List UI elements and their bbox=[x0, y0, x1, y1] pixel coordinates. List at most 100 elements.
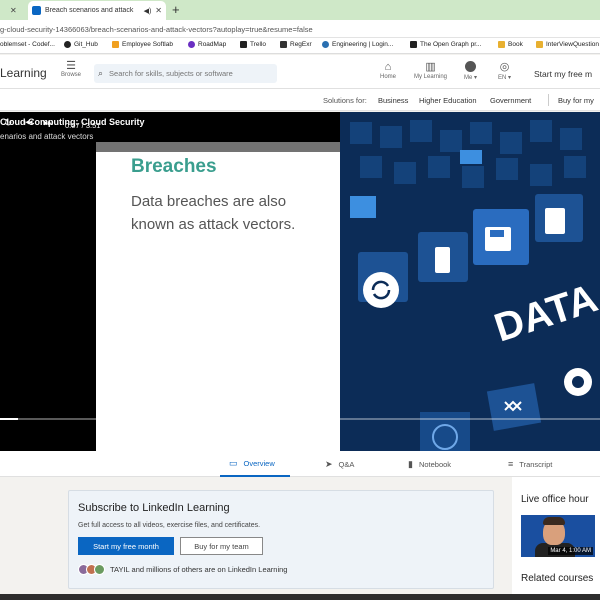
globe-icon: ◎ bbox=[499, 61, 510, 73]
chapter-title: enarios and attack vectors bbox=[0, 132, 94, 141]
solutions-label: Solutions for: bbox=[323, 96, 367, 105]
learning-logo[interactable]: Learning bbox=[0, 66, 47, 80]
solutions-government-link[interactable]: Government bbox=[490, 96, 531, 105]
session-date: Mar 4, 1:00 AM bbox=[548, 547, 593, 555]
bookmark-item[interactable]: Trello bbox=[240, 41, 266, 48]
progress-fill bbox=[0, 418, 18, 420]
browse-menu[interactable]: ☰ Browse bbox=[58, 60, 84, 78]
bookmark-label: Engineering | Login... bbox=[332, 41, 394, 48]
solutions-higher-ed-link[interactable]: Higher Education bbox=[419, 96, 477, 105]
bookmark-item[interactable]: InterViewQuestion bbox=[536, 41, 599, 48]
subscribe-card: Subscribe to LinkedIn Learning Get full … bbox=[68, 490, 494, 589]
buy-for-team-link[interactable]: Buy for my bbox=[558, 96, 594, 105]
replay-icon[interactable]: ↻ bbox=[4, 118, 12, 129]
tab-title: Breach scenarios and attack bbox=[45, 7, 134, 14]
related-courses-heading: Related courses bbox=[521, 573, 594, 584]
home-icon: ⌂ bbox=[384, 61, 392, 73]
bookmark-item[interactable]: RoadMap bbox=[188, 41, 226, 48]
thumbnail-hair bbox=[543, 517, 565, 525]
tab-overview[interactable]: ▭ Overview bbox=[220, 451, 290, 477]
address-bar[interactable]: g-cloud-security-14366063/breach-scenari… bbox=[0, 20, 600, 38]
speaker-icon[interactable]: ◀) bbox=[144, 7, 152, 15]
tab-qa[interactable]: ➤ Q&A bbox=[325, 451, 354, 477]
notebook-icon: ▮ bbox=[408, 458, 413, 469]
progress-bar[interactable] bbox=[0, 418, 600, 420]
bookmark-item[interactable]: The Open Graph pr... bbox=[410, 41, 481, 48]
bookmark-label: InterViewQuestion bbox=[546, 41, 599, 48]
search-input[interactable] bbox=[109, 69, 260, 78]
engineering-icon bbox=[322, 41, 329, 48]
live-office-hours-heading: Live office hour bbox=[521, 494, 589, 505]
tab-transcript[interactable]: ≡ Transcript bbox=[508, 451, 552, 477]
nav-language[interactable]: ◎ EN ▾ bbox=[498, 61, 511, 81]
book-icon: ▥ bbox=[425, 61, 436, 73]
bookmark-item[interactable]: Employee Softlab bbox=[112, 41, 173, 48]
github-icon bbox=[64, 41, 71, 48]
folder-icon bbox=[536, 41, 543, 48]
close-tab-icon[interactable]: ✕ bbox=[10, 6, 17, 15]
bookmark-label: RegExr bbox=[290, 41, 312, 48]
data-breach-illustration: DATA BR bbox=[340, 112, 600, 451]
tab-notebook[interactable]: ▮ Notebook bbox=[408, 451, 451, 477]
bookmark-item[interactable]: Git_Hub bbox=[64, 41, 98, 48]
url-text[interactable]: g-cloud-security-14366063/breach-scenari… bbox=[0, 25, 313, 34]
divider bbox=[548, 94, 549, 106]
browser-tab-strip: ✕ Breach scenarios and attack ◀) ✕ + bbox=[0, 0, 600, 20]
trello-icon bbox=[240, 41, 247, 48]
bookmark-item[interactable]: oblemset - Codef... bbox=[0, 41, 55, 48]
buy-for-team-button[interactable]: Buy for my team bbox=[180, 537, 263, 555]
folder-icon bbox=[498, 41, 505, 48]
nav-home-label: Home bbox=[380, 74, 397, 80]
nav-my-learning-label: My Learning bbox=[414, 74, 448, 80]
browser-tab-inactive[interactable]: ✕ bbox=[0, 1, 24, 20]
bookmark-label: Employee Softlab bbox=[122, 41, 173, 48]
avatar bbox=[465, 61, 477, 72]
opengraph-icon bbox=[410, 41, 417, 48]
subscribe-title: Subscribe to LinkedIn Learning bbox=[78, 502, 230, 514]
right-sidebar: Live office hour Mar 4, 1:00 AM Related … bbox=[512, 477, 600, 600]
menu-icon: ☰ bbox=[66, 60, 76, 72]
nav-home[interactable]: ⌂ Home bbox=[380, 61, 396, 80]
tab-transcript-label: Transcript bbox=[519, 459, 553, 469]
solutions-business-link[interactable]: Business bbox=[378, 96, 408, 105]
bookmark-label: oblemset - Codef... bbox=[0, 41, 55, 48]
nav-me[interactable]: Me ▾ bbox=[464, 61, 477, 81]
overview-icon: ▭ bbox=[229, 457, 238, 468]
nav-me-label: Me bbox=[464, 75, 473, 81]
next-icon[interactable]: ⏭ bbox=[44, 118, 53, 129]
new-tab-button[interactable]: + bbox=[172, 2, 180, 17]
video-time: 0:07 / 3:51 bbox=[65, 121, 101, 130]
free-trial-link[interactable]: Start my free m bbox=[534, 69, 592, 79]
bookmark-item[interactable]: Book bbox=[498, 41, 523, 48]
search-icon: ⌕ bbox=[98, 68, 104, 78]
bookmark-label: RoadMap bbox=[198, 41, 227, 48]
browse-label: Browse bbox=[60, 72, 81, 78]
nav-language-label: EN bbox=[498, 75, 507, 81]
browser-tab-active[interactable]: Breach scenarios and attack ◀) ✕ bbox=[28, 1, 166, 20]
bookmark-item[interactable]: Engineering | Login... bbox=[322, 41, 393, 48]
slide-panel: Breaches Data breaches are also known as… bbox=[96, 142, 340, 451]
live-session-thumbnail[interactable]: Mar 4, 1:00 AM bbox=[521, 515, 595, 557]
solutions-nav: Solutions for: Business Higher Education… bbox=[0, 89, 600, 111]
start-free-month-button[interactable]: Start my free month bbox=[78, 537, 174, 555]
bookmark-item[interactable]: RegExr bbox=[280, 41, 312, 48]
subscribe-description: Get full access to all videos, exercise … bbox=[78, 522, 261, 529]
bookmark-label: Trello bbox=[250, 41, 267, 48]
caret-down-icon: ▾ bbox=[474, 75, 478, 81]
transcript-icon: ≡ bbox=[508, 459, 514, 469]
slide-title: Breaches bbox=[131, 156, 217, 177]
avatar bbox=[94, 564, 105, 575]
member-avatars: TAYIL and millions of others are on Link… bbox=[78, 564, 287, 575]
taskbar-edge bbox=[0, 594, 600, 600]
video-player[interactable]: Breaches Data breaches are also known as… bbox=[0, 112, 600, 451]
nav-my-learning[interactable]: ▥ My Learning bbox=[414, 61, 447, 80]
previous-icon[interactable]: ⏮ bbox=[24, 118, 33, 129]
regexr-icon bbox=[280, 41, 287, 48]
search-box[interactable]: ⌕ bbox=[94, 64, 277, 83]
bookmark-label: Git_Hub bbox=[74, 41, 98, 48]
linkedin-favicon bbox=[32, 6, 41, 15]
tab-qa-label: Q&A bbox=[338, 459, 355, 469]
close-tab-icon[interactable]: ✕ bbox=[155, 6, 162, 15]
bookmarks-bar: oblemset - Codef... Git_Hub Employee Sof… bbox=[0, 38, 600, 54]
send-icon: ➤ bbox=[325, 458, 333, 469]
